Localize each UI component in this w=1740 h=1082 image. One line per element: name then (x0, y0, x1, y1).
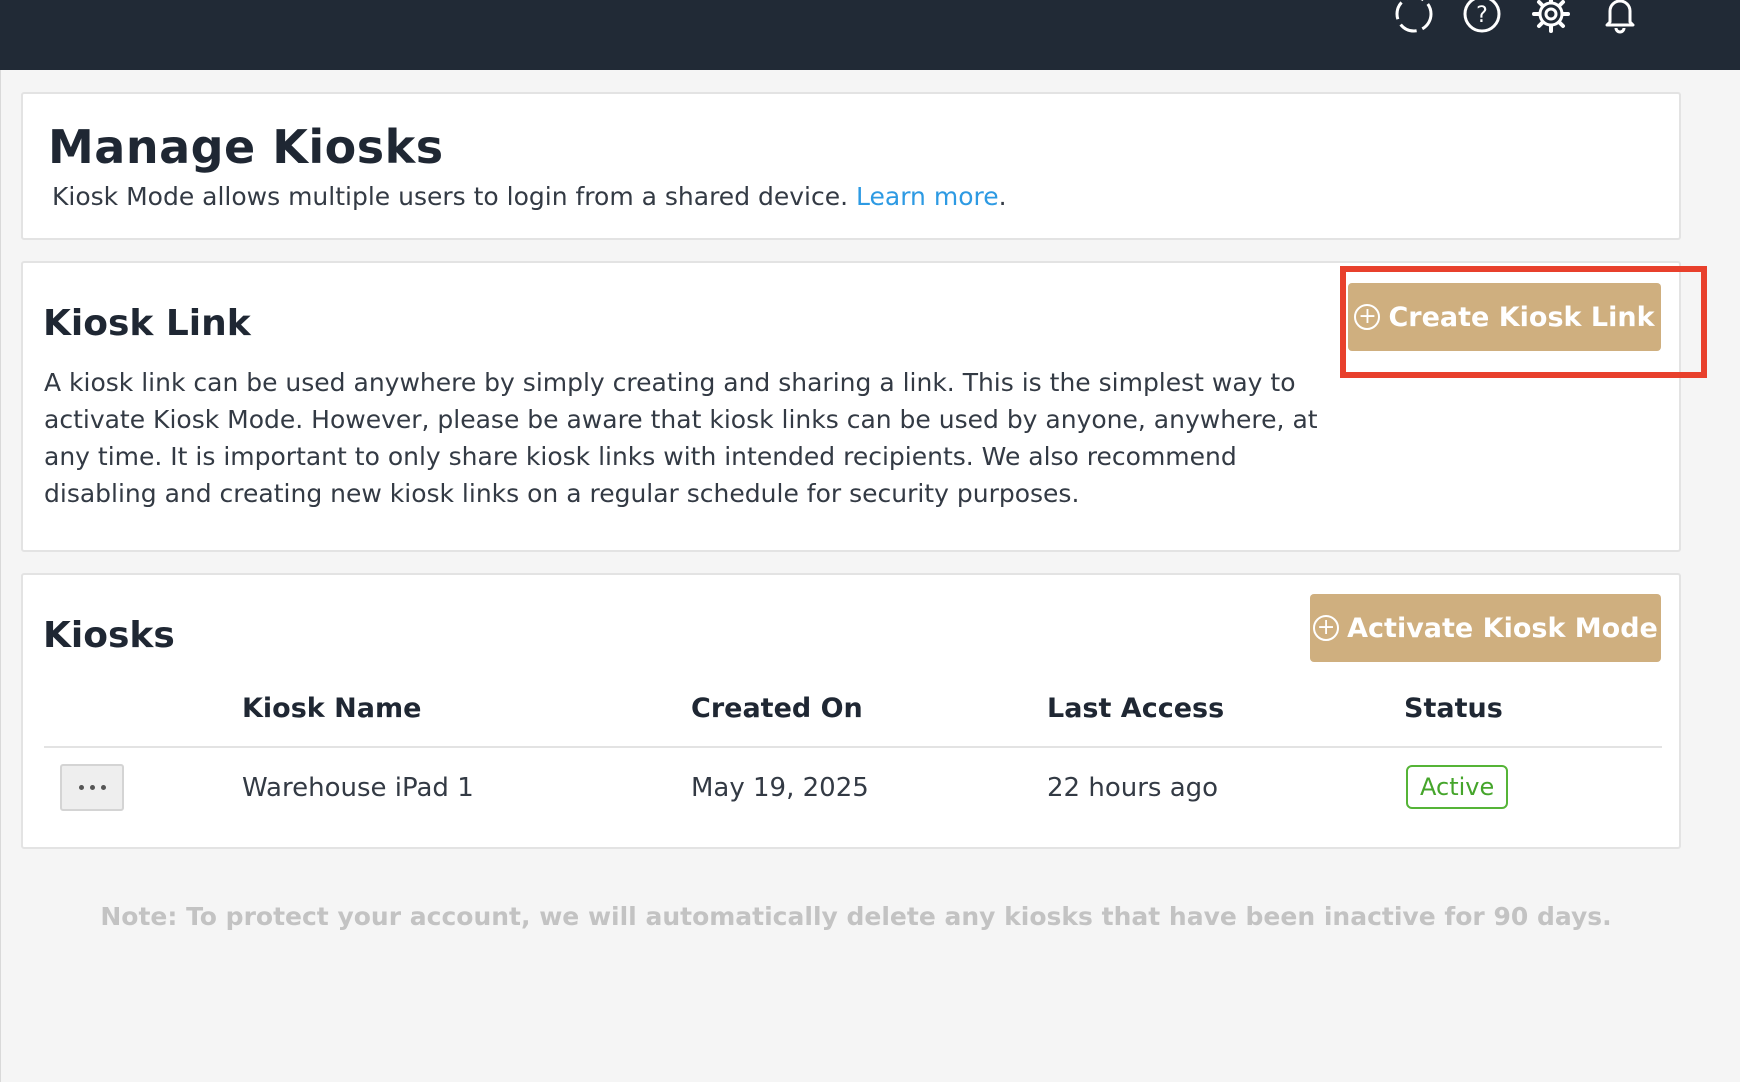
page-header-card: Manage Kiosks Kiosk Mode allows multiple… (21, 92, 1681, 240)
kiosk-link-title: Kiosk Link (43, 303, 251, 344)
column-header-status[interactable]: Status (1404, 693, 1503, 724)
last-access-cell: 22 hours ago (1047, 773, 1219, 803)
table-divider (44, 746, 1662, 748)
more-dots-icon (100, 785, 106, 790)
kiosks-card: Kiosks + Activate Kiosk Mode Kiosk Name … (21, 573, 1681, 849)
help-icon[interactable]: ? (1460, 0, 1504, 36)
learn-more-link[interactable]: Learn more (856, 182, 999, 211)
page-subtitle-text: Kiosk Mode allows multiple users to logi… (52, 182, 849, 211)
column-header-last-access[interactable]: Last Access (1047, 693, 1224, 724)
gear-icon[interactable] (1529, 0, 1573, 36)
page-subtitle: Kiosk Mode allows multiple users to logi… (52, 182, 1007, 211)
column-header-created-on[interactable]: Created On (691, 693, 863, 724)
more-dots-icon (78, 785, 84, 790)
activate-kiosk-mode-button[interactable]: + Activate Kiosk Mode (1310, 594, 1661, 662)
column-header-kiosk-name[interactable]: Kiosk Name (242, 693, 421, 724)
created-on-cell: May 19, 2025 (691, 773, 869, 803)
activate-kiosk-mode-label: Activate Kiosk Mode (1347, 612, 1658, 644)
svg-text:?: ? (1476, 3, 1488, 28)
row-actions-button[interactable] (60, 764, 124, 811)
kiosk-name-cell: Warehouse iPad 1 (242, 773, 474, 803)
kiosk-link-card: Kiosk Link A kiosk link can be used anyw… (21, 261, 1707, 552)
top-navbar: ? (0, 0, 1740, 70)
loading-icon[interactable] (1392, 0, 1436, 36)
status-badge: Active (1406, 765, 1509, 809)
kiosk-link-description: A kiosk link can be used anywhere by sim… (44, 368, 1318, 508)
bell-icon[interactable] (1598, 0, 1642, 36)
kiosks-title: Kiosks (43, 615, 175, 656)
more-dots-icon (89, 785, 95, 790)
inactivity-note: Note: To protect your account, we will a… (100, 902, 1612, 931)
subtitle-period: . (998, 182, 1007, 211)
create-kiosk-link-button[interactable]: + Create Kiosk Link (1348, 283, 1661, 351)
plus-circle-icon: + (1313, 615, 1340, 641)
plus-circle-icon: + (1354, 304, 1381, 330)
page-title: Manage Kiosks (48, 120, 444, 174)
create-kiosk-link-label: Create Kiosk Link (1388, 301, 1655, 333)
